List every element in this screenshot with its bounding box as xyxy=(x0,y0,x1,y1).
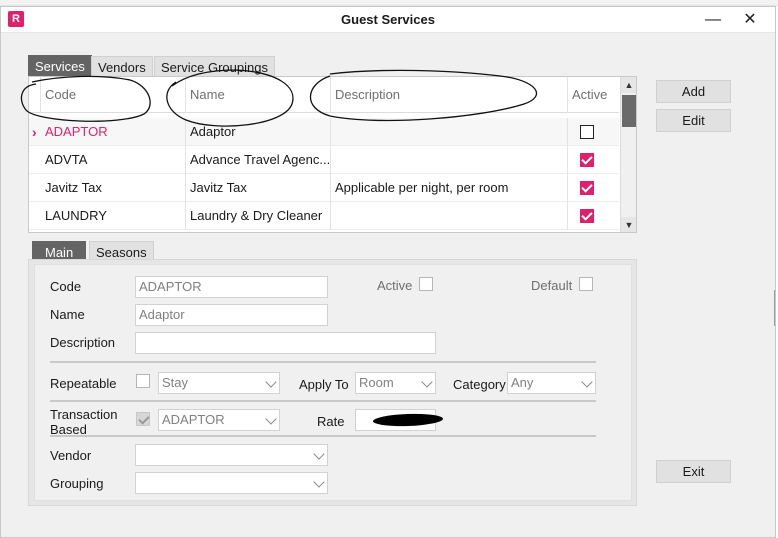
name-label: Name xyxy=(50,307,85,322)
chevron-down-icon xyxy=(265,376,277,388)
column-header-name[interactable]: Name xyxy=(186,77,331,113)
repeatable-label: Repeatable xyxy=(50,376,117,391)
grid-vertical-scrollbar[interactable]: ▲ ▼ xyxy=(620,77,636,232)
minimize-button[interactable]: — xyxy=(698,10,728,30)
scroll-thumb[interactable] xyxy=(622,95,636,127)
grouping-select[interactable] xyxy=(135,472,328,494)
chevron-down-icon xyxy=(581,376,593,388)
scroll-up-icon[interactable]: ▲ xyxy=(621,77,636,93)
window-title: Guest Services xyxy=(341,12,435,27)
cell-active xyxy=(568,202,608,230)
tab-services[interactable]: Services xyxy=(28,55,92,77)
edit-button[interactable]: Edit xyxy=(656,109,731,132)
services-grid: Code Name Description Active › ADAPTOR A… xyxy=(28,76,637,233)
transaction-label-line1: Transaction xyxy=(50,407,118,422)
chevron-down-icon xyxy=(313,448,325,460)
divider xyxy=(50,435,596,437)
category-select-value: Any xyxy=(511,375,534,390)
active-label: Active xyxy=(377,278,413,293)
cell-name: Advance Travel Agenc... xyxy=(186,146,331,174)
row-indicator-header xyxy=(29,77,41,113)
chevron-down-icon xyxy=(421,376,433,388)
default-label: Default xyxy=(531,278,573,293)
vendor-select[interactable] xyxy=(135,444,328,466)
active-checkbox[interactable] xyxy=(580,181,594,195)
transaction-select[interactable]: ADAPTOR xyxy=(158,409,280,431)
repeatable-select-value: Stay xyxy=(162,375,189,390)
add-button[interactable]: Add xyxy=(656,80,731,103)
divider xyxy=(50,400,596,402)
grid-header: Code Name Description Active xyxy=(29,77,619,113)
close-button[interactable]: ✕ xyxy=(735,10,765,30)
active-checkbox[interactable] xyxy=(419,277,433,291)
code-label: Code xyxy=(50,279,82,294)
code-field[interactable]: ADAPTOR xyxy=(135,276,328,298)
repeatable-checkbox[interactable] xyxy=(136,374,150,388)
exit-button[interactable]: Exit xyxy=(656,460,731,483)
scroll-down-icon[interactable]: ▼ xyxy=(621,217,636,232)
column-header-active[interactable]: Active xyxy=(568,77,608,113)
active-checkbox[interactable] xyxy=(580,125,594,139)
divider xyxy=(50,361,596,363)
description-label: Description xyxy=(50,335,116,350)
cell-active xyxy=(568,118,608,146)
cell-description xyxy=(331,202,568,230)
cell-description xyxy=(331,118,568,146)
category-select[interactable]: Any xyxy=(507,372,596,394)
active-checkbox[interactable] xyxy=(580,209,594,223)
title-bar: R Guest Services — ✕ xyxy=(1,7,775,33)
rate-label: Rate xyxy=(317,414,345,429)
vendor-label: Vendor xyxy=(50,448,92,463)
description-field[interactable] xyxy=(135,332,436,354)
transaction-based-checkbox[interactable] xyxy=(136,412,150,426)
category-label: Category xyxy=(453,377,506,392)
table-row[interactable]: › ADAPTOR Adaptor xyxy=(29,118,619,146)
chevron-down-icon xyxy=(313,476,325,488)
row-selected-arrow-icon: › xyxy=(32,124,37,140)
cell-name: Adaptor xyxy=(186,118,331,146)
default-checkbox[interactable] xyxy=(579,277,593,291)
cell-code: ADVTA xyxy=(41,146,186,174)
column-header-description[interactable]: Description xyxy=(331,77,568,113)
table-row[interactable]: LAUNDRY Laundry & Dry Cleaner xyxy=(29,202,619,230)
table-row[interactable]: Javitz Tax Javitz Tax Applicable per nig… xyxy=(29,174,619,202)
cell-active xyxy=(568,174,608,202)
transaction-select-value: ADAPTOR xyxy=(162,412,225,427)
column-header-code[interactable]: Code xyxy=(41,77,186,113)
apply-to-select[interactable]: Room xyxy=(355,372,436,394)
cell-code: LAUNDRY xyxy=(41,202,186,230)
cell-code: ADAPTOR xyxy=(41,118,186,146)
active-checkbox[interactable] xyxy=(580,153,594,167)
table-row[interactable]: ADVTA Advance Travel Agenc... xyxy=(29,146,619,174)
cell-description xyxy=(331,146,568,174)
window-edge xyxy=(774,290,778,326)
grouping-label: Grouping xyxy=(50,476,104,491)
cell-active xyxy=(568,146,608,174)
cell-name: Laundry & Dry Cleaner xyxy=(186,202,331,230)
apply-to-label: Apply To xyxy=(299,377,349,392)
cell-code: Javitz Tax xyxy=(41,174,186,202)
tab-service-groupings[interactable]: Service Groupings xyxy=(154,56,275,78)
tab-vendors[interactable]: Vendors xyxy=(91,56,153,78)
apply-to-select-value: Room xyxy=(359,375,394,390)
cell-name: Javitz Tax xyxy=(186,174,331,202)
name-field[interactable]: Adaptor xyxy=(135,304,328,326)
cell-description: Applicable per night, per room xyxy=(331,174,568,202)
chevron-down-icon xyxy=(265,413,277,425)
repeatable-select[interactable]: Stay xyxy=(158,372,280,394)
transaction-based-label: Transaction Based xyxy=(50,407,117,437)
